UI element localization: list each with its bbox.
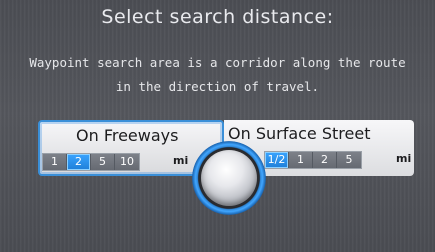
freeways-label: On Freeways xyxy=(76,126,179,145)
freeways-distance-5[interactable]: 5 xyxy=(91,154,115,170)
freeways-unit: mi xyxy=(173,154,189,167)
page-title: Select search distance: xyxy=(101,6,334,28)
freeways-distance-scale[interactable]: 1 2 5 10 xyxy=(42,153,140,171)
freeways-distance-10[interactable]: 10 xyxy=(115,154,139,170)
surface-distance-half[interactable]: 1/2 xyxy=(265,152,289,168)
selector-knob-icon[interactable] xyxy=(201,150,257,206)
surface-street-label: On Surface Street xyxy=(228,124,371,143)
surface-distance-2[interactable]: 2 xyxy=(313,152,337,168)
surface-distance-5[interactable]: 5 xyxy=(337,152,361,168)
surface-unit: mi xyxy=(396,152,412,165)
surface-distance-1[interactable]: 1 xyxy=(289,152,313,168)
freeways-distance-1[interactable]: 1 xyxy=(43,154,67,170)
surface-distance-scale[interactable]: 1/2 1 2 5 xyxy=(264,151,362,169)
description-line-2: in the direction of travel. xyxy=(115,79,320,94)
freeways-distance-2[interactable]: 2 xyxy=(67,154,91,170)
description: Waypoint search area is a corridor along… xyxy=(0,51,435,99)
description-line-1: Waypoint search area is a corridor along… xyxy=(29,55,406,70)
